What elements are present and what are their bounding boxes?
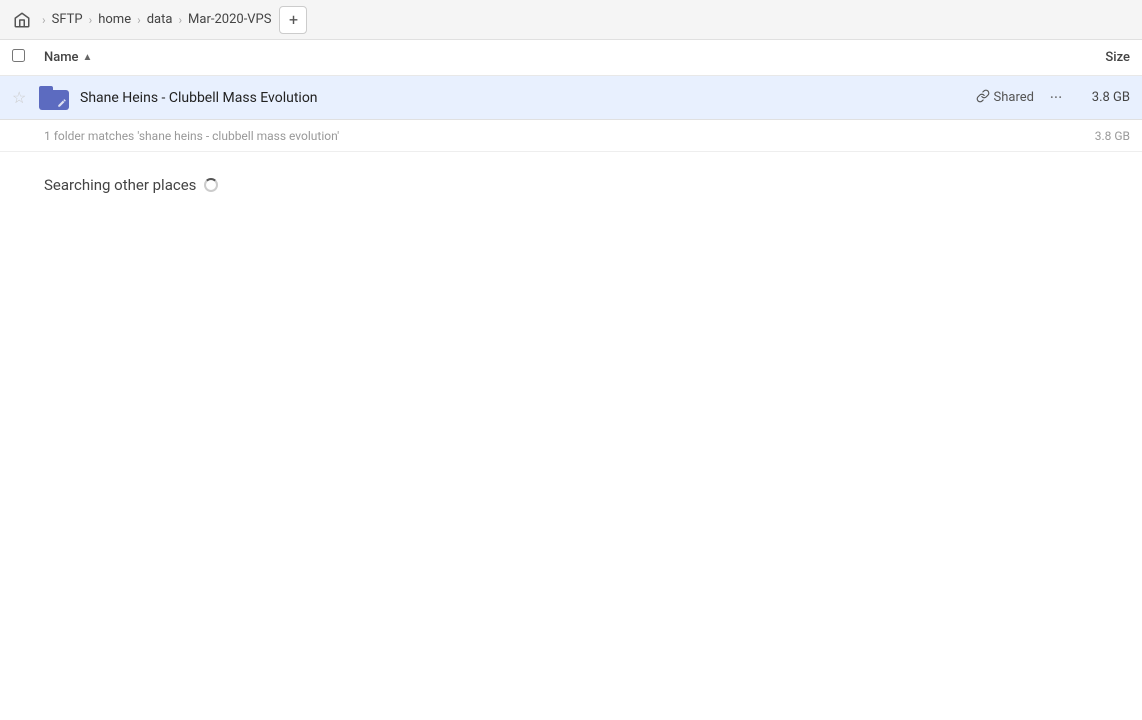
breadcrumb-sftp[interactable]: SFTP: [52, 12, 83, 27]
shared-label: Shared: [994, 90, 1034, 105]
searching-label: Searching other places: [44, 176, 196, 194]
file-name: Shane Heins - Clubbell Mass Evolution: [80, 90, 976, 106]
toolbar: › SFTP › home › data › Mar-2020-VPS +: [0, 0, 1142, 40]
home-icon[interactable]: [8, 6, 36, 34]
breadcrumb-sep-1: ›: [89, 13, 93, 27]
link-icon: [976, 89, 990, 107]
column-header-row: Name ▲ Size: [0, 40, 1142, 76]
folder-icon: [36, 86, 72, 110]
loading-spinner: [204, 178, 218, 192]
breadcrumb-data[interactable]: data: [147, 12, 173, 27]
match-summary-text: 1 folder matches 'shane heins - clubbell…: [44, 129, 339, 143]
size-column-header[interactable]: Size: [1050, 50, 1130, 65]
breadcrumb-home[interactable]: home: [98, 12, 131, 27]
file-size: 3.8 GB: [1070, 90, 1130, 105]
file-actions: Shared ···: [976, 84, 1070, 112]
shared-badge[interactable]: Shared: [976, 89, 1034, 107]
sort-asc-icon: ▲: [83, 52, 93, 63]
add-button[interactable]: +: [279, 6, 307, 34]
star-icon[interactable]: ☆: [12, 88, 36, 107]
breadcrumb-sep-0: ›: [42, 13, 46, 27]
file-row[interactable]: ☆ Shane Heins - Clubbell Mass Evolution …: [0, 76, 1142, 120]
match-summary-size: 3.8 GB: [1095, 129, 1130, 143]
breadcrumb-mar2020vps[interactable]: Mar-2020-VPS: [188, 12, 271, 27]
breadcrumb-sep-2: ›: [137, 13, 141, 27]
searching-other-places-section: Searching other places: [0, 152, 1142, 218]
match-summary-row: 1 folder matches 'shane heins - clubbell…: [0, 120, 1142, 152]
select-all-checkbox[interactable]: [12, 49, 36, 66]
more-options-button[interactable]: ···: [1042, 84, 1070, 112]
breadcrumb-sep-3: ›: [178, 13, 182, 27]
name-column-header[interactable]: Name ▲: [44, 50, 1050, 65]
